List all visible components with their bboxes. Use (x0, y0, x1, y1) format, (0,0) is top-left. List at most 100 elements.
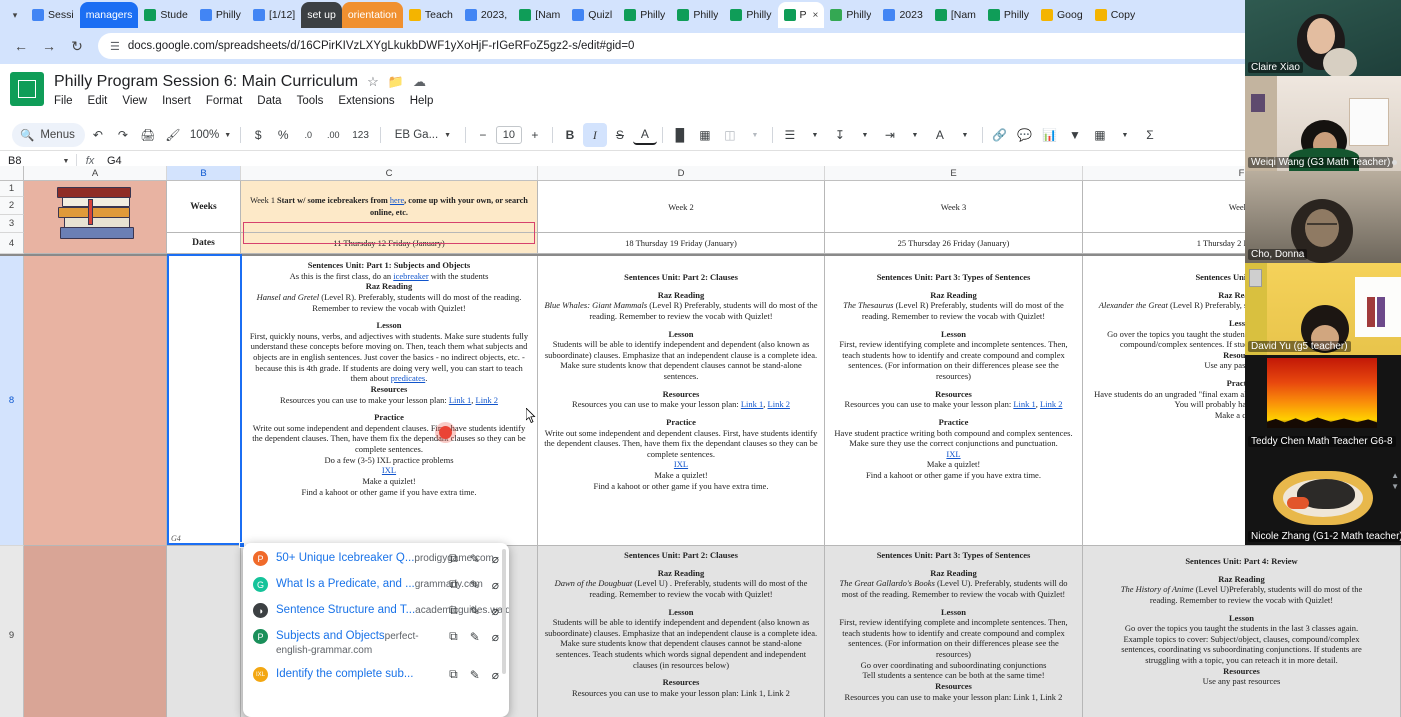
cell-d9[interactable]: Sentences Unit: Part 2: Clauses Raz Read… (538, 546, 825, 717)
cell-a9[interactable] (24, 546, 167, 717)
link-list-item[interactable]: P Subjects and Objectsperfect-english-gra… (243, 621, 509, 659)
row-header-1[interactable]: 1 (0, 181, 24, 197)
edit-link-icon[interactable]: ✎ (470, 604, 480, 618)
copy-link-icon[interactable]: ⧉ (449, 603, 458, 618)
text-color-button[interactable]: A (632, 125, 657, 145)
select-all-corner[interactable] (0, 166, 24, 180)
row-header-3[interactable]: 3 (0, 215, 24, 233)
edit-link-icon[interactable]: ✎ (470, 552, 480, 566)
video-call-panel[interactable]: Claire Xiao Weiqi Wang (G3 Math Teacher)… (1245, 0, 1401, 545)
browser-tab[interactable]: [Nam (513, 2, 566, 28)
menu-extensions[interactable]: Extensions (338, 95, 394, 107)
cell-d4-dates[interactable]: 18 Thursday 19 Friday (January) (538, 233, 825, 254)
chevron-down-icon[interactable]: ▼ (1113, 123, 1137, 147)
zoom-control[interactable]: 100% ▼ (186, 123, 235, 147)
vertical-align-icon[interactable]: ↧ (828, 123, 852, 147)
menu-data[interactable]: Data (257, 95, 281, 107)
browser-tab[interactable]: Philly (824, 2, 877, 28)
back-arrow-icon[interactable]: ← (8, 33, 34, 59)
browser-tab[interactable]: [Nam (929, 2, 982, 28)
link-title[interactable]: What Is a Predicate, and ... (276, 578, 415, 590)
browser-tab[interactable]: orientation (341, 2, 403, 28)
horizontal-align-icon[interactable]: ☰ (778, 123, 802, 147)
document-title[interactable]: Philly Program Session 6: Main Curriculu… (54, 73, 358, 91)
link-list-item[interactable]: IXL Identify the complete sub... ⧉ ✎ ⌀ (243, 659, 509, 685)
video-tile-cho-donna[interactable]: Cho, Donna (1245, 171, 1401, 263)
reload-icon[interactable]: ↻ (64, 33, 90, 59)
browser-tab[interactable]: managers (79, 2, 139, 28)
link-list-popup[interactable]: P 50+ Unique Icebreaker Q...prodigygame.c… (243, 543, 509, 717)
font-size-input[interactable]: 10 (495, 126, 522, 144)
insert-chart-icon[interactable]: 📊 (1038, 123, 1062, 147)
video-tile-weiqi-wang[interactable]: Weiqi Wang (G3 Math Teacher) (1245, 76, 1401, 171)
chevron-down-icon[interactable]: ▼ (903, 123, 927, 147)
row-header-8[interactable]: 8 (0, 256, 24, 546)
remove-link-icon[interactable]: ⌀ (492, 552, 499, 566)
menus-search-button[interactable]: 🔍 Menus (12, 123, 85, 147)
text-wrap-icon[interactable]: ⇥ (878, 123, 902, 147)
tab-search-icon[interactable]: ▾ (4, 2, 26, 28)
cell-a1-books-image[interactable] (24, 181, 167, 254)
link-title[interactable]: 50+ Unique Icebreaker Q... (276, 552, 414, 564)
cell-b8-selected[interactable]: G4 (167, 256, 241, 546)
browser-tab[interactable]: Philly (671, 2, 724, 28)
e8-ixl-link[interactable]: IXL (946, 449, 960, 459)
browser-tab[interactable]: Philly (724, 2, 777, 28)
remove-link-icon[interactable]: ⌀ (492, 630, 499, 644)
text-rotation-icon[interactable]: A (928, 123, 952, 147)
cell-c8[interactable]: Sentences Unit: Part 1: Subjects and Obj… (241, 256, 538, 546)
font-family-select[interactable]: EB Ga... ▼ (386, 123, 460, 147)
remove-link-icon[interactable]: ⌀ (492, 604, 499, 618)
link-list-item[interactable]: ◑ Sentence Structure and T...academicguid… (243, 595, 509, 621)
column-header-d[interactable]: D (538, 166, 825, 180)
column-header-b[interactable]: B (167, 166, 241, 180)
cell-e2-week3[interactable]: Week 3 (825, 181, 1083, 233)
copy-link-icon[interactable]: ⧉ (449, 667, 458, 682)
cell-b2-weeks-label[interactable]: Weeks (167, 181, 241, 233)
merge-cells-icon[interactable]: ◫ (718, 123, 742, 147)
cell-e4-dates[interactable]: 25 Thursday 26 Friday (January) (825, 233, 1083, 254)
video-tile-claire-xiao[interactable]: Claire Xiao (1245, 0, 1401, 76)
menu-insert[interactable]: Insert (162, 95, 191, 107)
c8-icebreaker-link[interactable]: icebreaker (393, 271, 428, 281)
copy-link-icon[interactable]: ⧉ (449, 551, 458, 566)
chevron-down-icon[interactable]: ▼ (743, 123, 767, 147)
fill-color-icon[interactable]: █ (668, 123, 692, 147)
c8-link-1[interactable]: Link 1 (449, 395, 471, 405)
link-title[interactable]: Identify the complete sub... (276, 668, 413, 680)
undo-icon[interactable]: ↶ (86, 123, 110, 147)
d8-link-2[interactable]: Link 2 (768, 399, 790, 409)
browser-tab[interactable]: Philly (618, 2, 671, 28)
c2-here-link[interactable]: here (390, 196, 404, 205)
c8-link-2[interactable]: Link 2 (476, 395, 498, 405)
functions-icon[interactable]: ▦ (1088, 123, 1112, 147)
print-icon[interactable]: 🖨 (136, 123, 160, 147)
cell-c2-week1[interactable]: Week 1 Start w/ some icebreakers from he… (241, 181, 538, 233)
cell-b4-dates-label[interactable]: Dates (167, 233, 241, 254)
d8-ixl-link[interactable]: IXL (674, 459, 688, 469)
borders-icon[interactable]: ▦ (693, 123, 717, 147)
menu-help[interactable]: Help (410, 95, 434, 107)
address-bar[interactable]: ☰ docs.google.com/spreadsheets/d/16CPirK… (98, 33, 1393, 59)
column-header-c[interactable]: C (241, 166, 538, 180)
browser-tab[interactable]: set up (301, 2, 342, 28)
redo-icon[interactable]: ↷ (111, 123, 135, 147)
link-title[interactable]: Sentence Structure and T... (276, 604, 415, 616)
copy-link-icon[interactable]: ⧉ (449, 577, 458, 592)
decrease-decimal-button[interactable]: .0 (296, 123, 320, 147)
browser-tab[interactable]: Philly (194, 2, 247, 28)
cell-e9[interactable]: Sentences Unit: Part 3: Types of Sentenc… (825, 546, 1083, 717)
copy-link-icon[interactable]: ⧉ (449, 629, 458, 644)
chevron-down-icon[interactable]: ▼ (56, 158, 76, 165)
strikethrough-button[interactable]: S (608, 123, 632, 147)
browser-tab[interactable]: Teach (403, 2, 459, 28)
video-tile-david-yu[interactable]: David Yu (g5 teacher) (1245, 263, 1401, 355)
browser-tab[interactable]: P × (777, 2, 825, 28)
edit-link-icon[interactable]: ✎ (470, 578, 480, 592)
browser-tab[interactable]: 2023 (877, 2, 928, 28)
edit-link-icon[interactable]: ✎ (470, 668, 480, 682)
browser-tab[interactable]: 2023, (459, 2, 513, 28)
column-header-e[interactable]: E (825, 166, 1083, 180)
remove-link-icon[interactable]: ⌀ (492, 668, 499, 682)
cell-d8[interactable]: Sentences Unit: Part 2: Clauses Raz Read… (538, 256, 825, 546)
